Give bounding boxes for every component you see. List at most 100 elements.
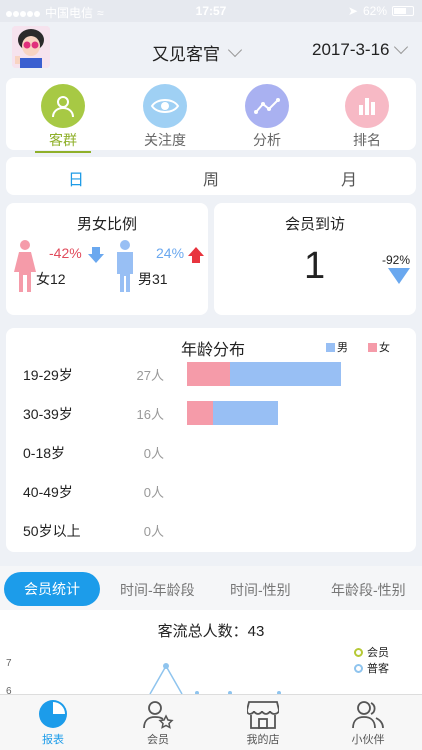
tab-label: 报表 (42, 734, 64, 746)
battery-percent: 62% (362, 4, 387, 18)
age-row: 40-49岁 0人 (6, 479, 416, 503)
age-bar (187, 362, 341, 386)
tab-member-stats[interactable]: 会员统计 (4, 572, 100, 606)
male-count: 男31 (138, 271, 168, 287)
triangle-down-icon (388, 268, 410, 284)
male-figure-icon (117, 240, 133, 292)
tab-week[interactable]: 周 (203, 166, 219, 190)
age-range-label: 0-18岁 (23, 445, 66, 461)
header: 又见客官 2017-3-16 (0, 22, 422, 76)
arrow-up-icon (188, 247, 204, 263)
legend-dot (354, 663, 363, 673)
tab-label: 我的店 (246, 734, 280, 746)
tab-my-store[interactable]: 我的店 (228, 699, 298, 747)
customer-flow-panel: 客流总人数：43 会员 普客 7 6 (0, 610, 422, 697)
nav-customer-group[interactable]: 客群 (28, 84, 98, 153)
nav-ranking[interactable]: 排名 (332, 84, 402, 150)
female-count: 女12 (36, 271, 66, 287)
store-icon (247, 701, 279, 729)
legend-label: 男 (337, 342, 348, 354)
age-bar-male (212, 401, 279, 425)
age-range-label: 30-39岁 (23, 406, 73, 422)
legend-swatch (326, 342, 335, 352)
female-figure-icon (14, 240, 36, 292)
partners-icon (352, 701, 384, 729)
nav-label: 关注度 (144, 132, 186, 148)
nav-analysis[interactable]: 分析 (232, 84, 302, 150)
avatar[interactable] (12, 26, 50, 68)
age-range-label: 19-29岁 (23, 367, 73, 383)
legend-member: 会员 (354, 644, 389, 660)
store-selector[interactable]: 又见客官 (152, 40, 243, 65)
gender-ratio-card[interactable]: 男女比例 -42% 女12 24% 男31 (6, 203, 208, 315)
tab-report[interactable]: 报表 (18, 699, 88, 747)
member-visit-card[interactable]: 会员到访 1 -92% (214, 203, 416, 315)
card-title: 年龄分布 (181, 342, 246, 359)
tab-day[interactable]: 日 (68, 166, 84, 190)
period-tabs: 日 周 月 (6, 157, 416, 195)
bar-ranking-icon (345, 84, 389, 128)
main-nav: 客群 关注度 分析 排名 (6, 78, 416, 153)
legend-regular: 普客 (354, 660, 389, 676)
battery-icon (392, 6, 414, 16)
nav-attention[interactable]: 关注度 (130, 84, 200, 150)
date-value: 2017-3-16 (312, 40, 390, 59)
status-bar: 中国电信 ≈ 17:57 ➤ 62% (0, 0, 422, 22)
legend-label: 会员 (367, 647, 389, 659)
legend-dot (354, 647, 363, 657)
tab-label: 会员 (147, 734, 169, 746)
age-distribution-card: 年龄分布 男 女 19-29岁 27人 30-39岁 16人 0-18岁 0人 40-49岁… (6, 328, 416, 552)
age-count: 0人 (143, 485, 164, 500)
status-right: ➤ 62% (348, 4, 414, 18)
chevron-down-icon (227, 42, 243, 57)
visit-change: -92% (382, 253, 411, 267)
tab-time-age[interactable]: 时间-年龄段 (120, 580, 195, 600)
age-range-label: 50岁以上 (23, 523, 81, 539)
age-row: 19-29岁 27人 (6, 362, 416, 386)
legend-swatch (368, 342, 377, 352)
age-count: 27人 (136, 368, 164, 383)
chevron-down-icon (393, 39, 408, 55)
card-title: 会员到访 (284, 216, 345, 233)
age-count: 0人 (143, 524, 164, 539)
eye-icon (143, 84, 187, 128)
total-visitors: 客流总人数：43 (157, 623, 265, 640)
legend-male: 男 (326, 339, 348, 355)
male-change: 24% (156, 245, 185, 261)
trend-icon (245, 84, 289, 128)
tab-month[interactable]: 月 (341, 166, 357, 190)
store-name: 又见客官 (152, 45, 220, 64)
people-icon (41, 84, 85, 128)
age-range-label: 40-49岁 (23, 484, 73, 500)
flow-line-chart (149, 663, 281, 694)
tab-member[interactable]: 会员 (123, 699, 193, 747)
age-row: 0-18岁 0人 (6, 440, 416, 464)
location-icon: ➤ (347, 4, 358, 18)
card-title: 男女比例 (76, 216, 137, 233)
age-row: 30-39岁 16人 (6, 401, 416, 425)
date-selector[interactable]: 2017-3-16 (312, 39, 408, 60)
age-bar-male (230, 362, 341, 386)
nav-label: 客群 (49, 132, 77, 148)
nav-label: 分析 (253, 132, 281, 148)
tab-label: 小伙伴 (351, 734, 385, 746)
member-star-icon (143, 701, 174, 729)
stat-tabs: 会员统计 时间-年龄段 时间-性别 年龄段-性别 (0, 566, 422, 610)
active-underline (35, 151, 91, 153)
tab-time-gender[interactable]: 时间-性别 (230, 580, 291, 600)
legend-female: 女 (368, 339, 390, 355)
tab-partners[interactable]: 小伙伴 (333, 699, 403, 747)
age-count: 16人 (136, 407, 164, 422)
female-change: -42% (49, 245, 82, 261)
age-row: 50岁以上 0人 (6, 518, 416, 542)
arrow-down-icon (88, 247, 104, 263)
age-count: 0人 (143, 446, 164, 461)
pie-chart-icon (39, 700, 67, 728)
bottom-tab-bar: 报表 会员 我的店 小伙伴 (0, 694, 422, 750)
age-bar-female (187, 362, 230, 386)
visit-count: 1 (304, 245, 326, 287)
legend-label: 女 (379, 342, 390, 354)
age-bar (187, 401, 279, 425)
legend-label: 普客 (367, 663, 389, 675)
tab-age-gender[interactable]: 年龄段-性别 (331, 580, 406, 600)
